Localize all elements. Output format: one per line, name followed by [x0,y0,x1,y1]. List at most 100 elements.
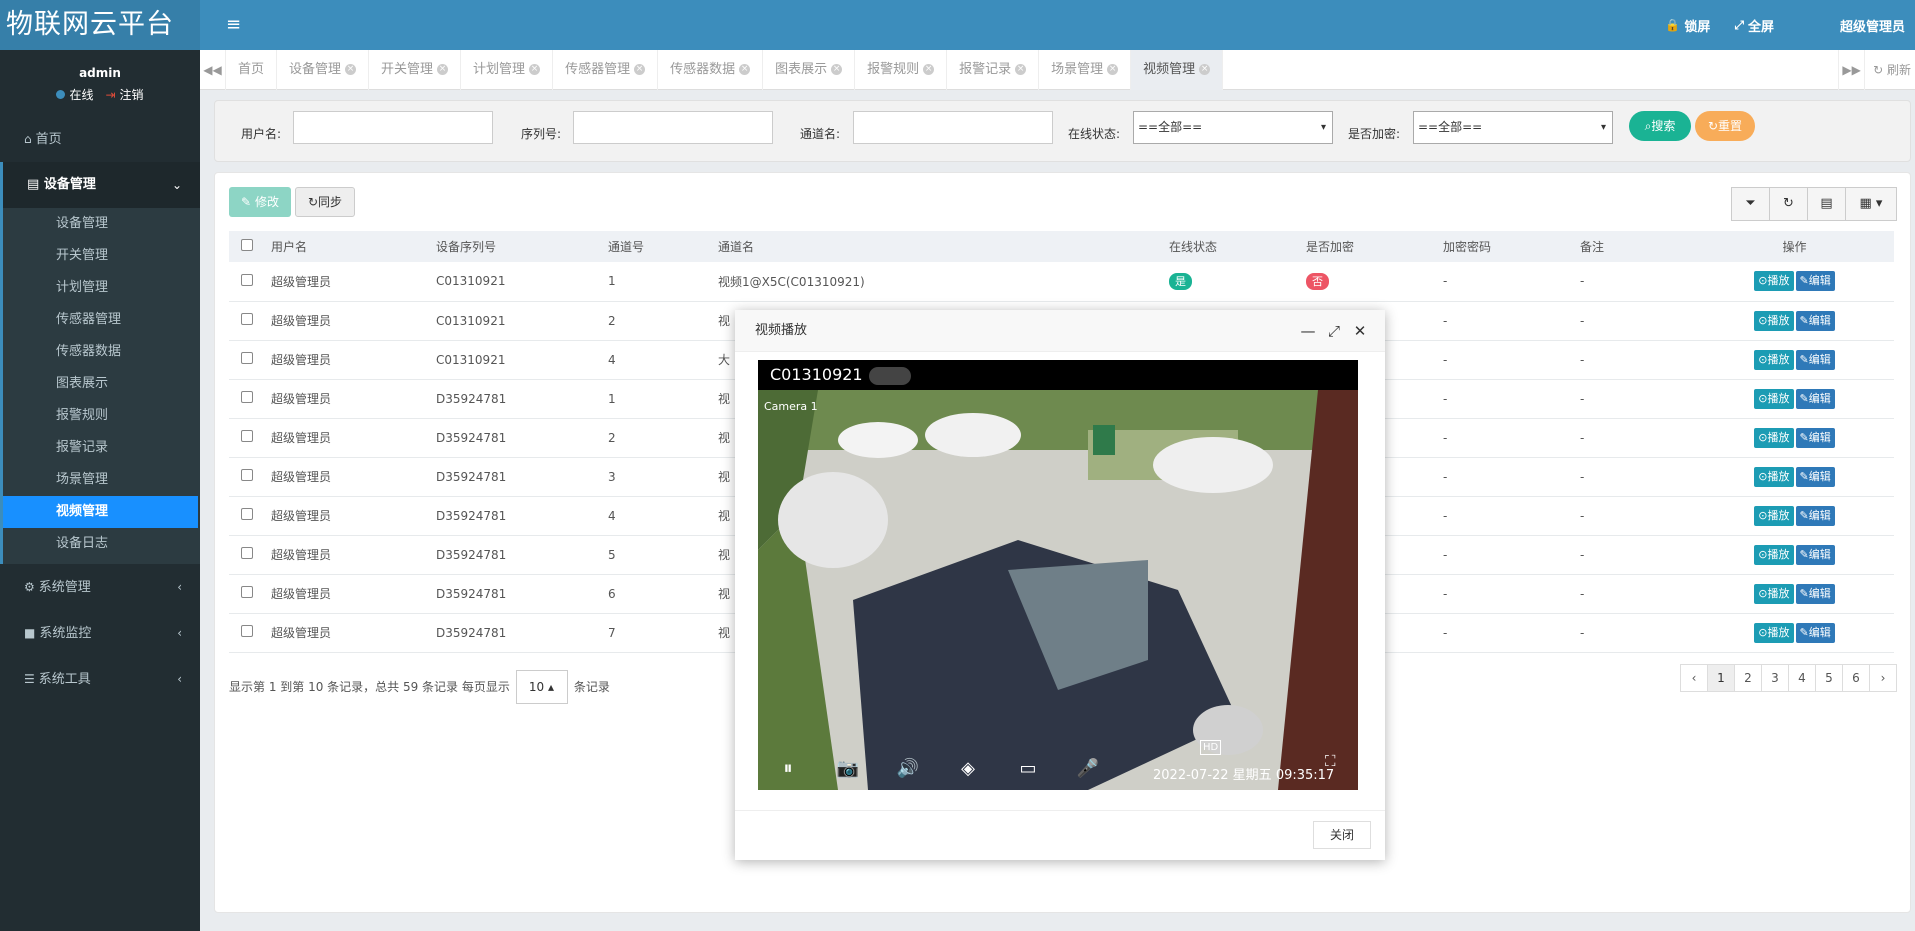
search-button[interactable]: ⌕搜索 [1629,111,1691,141]
maximize-icon[interactable]: ⤢ [1321,310,1347,352]
play-button[interactable]: ⊙播放 [1754,466,1794,487]
video-player[interactable]: C01310921 Camera 1 ⏸ 📷 🔊 ◈ ▭ 🎤 HD 2022-0… [758,360,1358,790]
card-view-icon[interactable]: ▤ [1807,187,1846,221]
tab-sensor[interactable]: 传感器管理 × [553,49,659,90]
serial-input[interactable] [573,111,773,144]
encrypt-select[interactable]: ==全部== ▾ [1413,111,1613,144]
camera-snapshot-icon[interactable]: 📷 [818,758,878,779]
close-icon[interactable]: × [831,63,843,75]
edit-row-button[interactable]: ✎编辑 [1795,310,1835,331]
row-checkbox[interactable] [241,508,253,520]
close-icon[interactable]: ✕ [1347,310,1373,352]
pause-icon[interactable]: ⏸ [758,758,818,779]
microphone-icon[interactable]: 🎤 [1058,758,1118,779]
tabs-scroll-left-icon[interactable]: ◀◀ [200,49,226,90]
refresh-icon[interactable]: ↻ [1769,187,1808,221]
prev-page-button[interactable]: ‹ [1680,664,1708,692]
page-button[interactable]: 5 [1815,664,1843,692]
fullscreen-button[interactable]: ⤢ 全屏 [1734,16,1774,35]
user-menu[interactable]: 超级管理员 [1840,16,1905,35]
volume-icon[interactable]: 🔊 [878,758,938,779]
page-button[interactable]: 4 [1788,664,1816,692]
sidebar-sub-chart[interactable]: 图表展示 [3,368,200,400]
close-icon[interactable]: × [739,63,751,75]
sidebar-sub-alarm-record[interactable]: 报警记录 [3,432,200,464]
sidebar-sub-device-log[interactable]: 设备日志 [3,528,200,560]
row-checkbox[interactable] [241,469,253,481]
close-button[interactable]: 关闭 [1313,821,1371,849]
row-checkbox[interactable] [241,586,253,598]
row-checkbox[interactable] [241,273,253,286]
tabs-scroll-right-icon[interactable]: ▶▶ [1838,49,1864,90]
sidebar-sub-sensor-data[interactable]: 传感器数据 [3,336,200,368]
minimize-icon[interactable]: — [1295,310,1321,352]
tab-chart[interactable]: 图表展示 × [763,49,856,90]
tab-device[interactable]: 设备管理 × [277,49,370,90]
play-button[interactable]: ⊙播放 [1754,505,1794,526]
tab-scene[interactable]: 场景管理 × [1039,49,1132,90]
page-button[interactable]: 6 [1842,664,1870,692]
play-button[interactable]: ⊙播放 [1754,583,1794,604]
edit-row-button[interactable]: ✎编辑 [1795,427,1835,448]
tab-alarm-record[interactable]: 报警记录 × [947,49,1040,90]
play-button[interactable]: ⊙播放 [1754,388,1794,409]
edit-row-button[interactable]: ✎编辑 [1795,466,1835,487]
close-icon[interactable]: × [1015,63,1027,75]
play-button[interactable]: ⊙播放 [1754,544,1794,565]
tab-sensor-data[interactable]: 传感器数据 × [658,49,764,90]
close-icon[interactable]: × [529,63,541,75]
row-checkbox[interactable] [241,391,253,403]
tab-video[interactable]: 视频管理 × [1131,49,1224,90]
play-button[interactable]: ⊙播放 [1754,271,1794,292]
play-button[interactable]: ⊙播放 [1754,310,1794,331]
tab-switch[interactable]: 开关管理 × [369,49,462,90]
table-row[interactable]: 超级管理员 C01310921 1 视频1@X5C(C01310921) 是 否 - - ⊙播放… [229,262,1894,302]
sidebar-sub-plan[interactable]: 计划管理 [3,272,200,304]
edit-row-button[interactable]: ✎编辑 [1795,622,1835,643]
columns-icon[interactable]: ▦ ▾ [1845,187,1897,221]
sidebar-sub-alarm-rule[interactable]: 报警规则 [3,400,200,432]
channel-input[interactable] [853,111,1053,144]
page-button[interactable]: 3 [1761,664,1789,692]
sidebar-sub-sensor[interactable]: 传感器管理 [3,304,200,336]
close-icon[interactable]: × [437,63,449,75]
row-checkbox[interactable] [241,313,253,325]
ptz-icon[interactable]: ◈ [938,758,998,779]
sidebar-item-device-management[interactable]: ▤ 设备管理 ⌄ [3,162,200,208]
sidebar-sub-device[interactable]: 设备管理 [3,208,200,240]
lock-screen-button[interactable]: 🔒 锁屏 [1665,16,1710,35]
sidebar-item-system-tools[interactable]: ☰ 系统工具 ‹ [0,656,200,702]
close-icon[interactable]: × [634,63,646,75]
sidebar-item-system-management[interactable]: ⚙ 系统管理 ‹ [0,564,200,610]
sidebar-sub-video[interactable]: 视频管理 [3,496,198,528]
edit-row-button[interactable]: ✎编辑 [1795,388,1835,409]
close-icon[interactable]: × [1107,63,1119,75]
edit-row-button[interactable]: ✎编辑 [1795,505,1835,526]
record-icon[interactable]: ▭ [998,758,1058,779]
filter-icon[interactable]: ⏷ [1731,187,1770,221]
sidebar-sub-switch[interactable]: 开关管理 [3,240,200,272]
reset-button[interactable]: ↻重置 [1695,111,1755,141]
close-icon[interactable]: × [345,63,357,75]
sync-button[interactable]: ↻同步 [295,187,355,217]
sidebar-sub-scene[interactable]: 场景管理 [3,464,200,496]
hd-toggle[interactable]: HD [1200,740,1222,755]
refresh-tab-button[interactable]: ↻ 刷新 [1864,49,1915,90]
online-status-select[interactable]: ==全部== ▾ [1133,111,1333,144]
play-button[interactable]: ⊙播放 [1754,622,1794,643]
edit-row-button[interactable]: ✎编辑 [1795,544,1835,565]
row-checkbox[interactable] [241,547,253,559]
sidebar-item-home[interactable]: ⌂ 首页 [0,116,200,162]
username-input[interactable] [293,111,493,144]
next-page-button[interactable]: › [1869,664,1897,692]
page-button[interactable]: 2 [1734,664,1762,692]
tab-plan[interactable]: 计划管理 × [461,49,554,90]
edit-row-button[interactable]: ✎编辑 [1795,349,1835,370]
edit-row-button[interactable]: ✎编辑 [1795,271,1835,292]
tab-home[interactable]: 首页 [226,49,278,90]
row-checkbox[interactable] [241,430,253,442]
fullscreen-icon[interactable]: ⛶ [1325,752,1336,770]
logout-link[interactable]: 注销 [120,86,144,103]
play-button[interactable]: ⊙播放 [1754,427,1794,448]
tab-alarm-rule[interactable]: 报警规则 × [855,49,948,90]
